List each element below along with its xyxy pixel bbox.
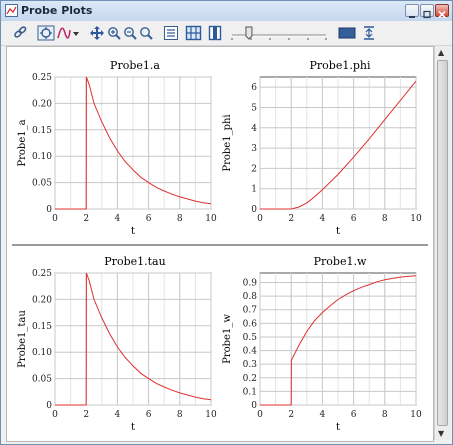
chart-1-title: Probe1.a <box>110 59 160 72</box>
chart-3-x-tick-label: 0 <box>52 410 58 420</box>
chart-1-x-tick-label: 2 <box>83 214 89 224</box>
grid-view-icon[interactable] <box>185 24 202 42</box>
toolbar <box>1 21 452 46</box>
chart-3-y-axis-label: Probe1_tau <box>17 310 28 368</box>
chart-4-x-axis-label: t <box>336 422 340 433</box>
chart-1-y-tick-label: 0.10 <box>32 152 52 162</box>
color-swatch[interactable] <box>338 24 356 42</box>
slider-track[interactable] <box>230 24 328 42</box>
chart-1-x-axis-label: t <box>131 226 135 237</box>
chart-4-y-tick-label: 0.4 <box>243 347 258 357</box>
chart-2-y-tick-label: 0 <box>251 205 257 215</box>
minimize-button[interactable] <box>405 4 419 18</box>
close-icon <box>438 10 446 19</box>
close-button[interactable] <box>435 4 449 19</box>
chart-2-x-axis-label: t <box>336 226 340 237</box>
chart-4-x-tick-label: 10 <box>410 410 422 420</box>
chart-1-x-tick-label: 10 <box>205 214 217 224</box>
chart-2-x-tick-label: 2 <box>288 214 294 224</box>
chart-3-y-tick-label: 0.20 <box>32 295 52 305</box>
chart-4-y-axis-label: Probe1_w <box>222 314 233 364</box>
chart-4-y-tick-label: 0.7 <box>243 306 258 316</box>
chart-4-x-tick-label: 2 <box>288 410 294 420</box>
chart-4-x-tick-label: 4 <box>320 410 326 420</box>
maximize-icon <box>423 10 431 19</box>
chart-1-y-tick-label: 0.20 <box>32 99 52 109</box>
probe-style-icon[interactable] <box>57 24 71 42</box>
chart-3-x-tick-label: 2 <box>83 410 89 420</box>
chart-4-x-tick-label: 0 <box>257 410 263 420</box>
chart-4-y-tick-label: 0.6 <box>243 319 258 329</box>
plot-area: 0 2 4 6 8 10 0 0.05 0.10 0.15 0.20 0.25 Probe1.a t Pro… <box>6 46 434 442</box>
single-column-icon[interactable] <box>208 24 222 42</box>
chart-1-x-tick-label: 6 <box>146 214 152 224</box>
chart-1-y-tick-label: 0.25 <box>32 73 52 83</box>
chart-4-y-tick-label: 0.8 <box>243 292 258 302</box>
plots-canvas: 0 2 4 6 8 1000.050.100.150.200.25Probe1.atPro… <box>12 59 428 433</box>
chart-1-y-axis-label: Probe1_a <box>17 119 28 166</box>
chart-2-x-tick-label: 10 <box>410 214 422 224</box>
export-icon[interactable] <box>362 24 376 42</box>
chart-2-title: Probe1.phi <box>310 59 371 72</box>
pan-icon[interactable] <box>89 24 105 42</box>
chart-3-x-axis-label: t <box>131 422 135 433</box>
plot-window-icon <box>5 4 18 17</box>
chart-1-x-tick-label: 4 <box>115 214 121 224</box>
chart-3-y-tick-label: 0.05 <box>32 375 52 385</box>
chart-1-y-tick-label: 0.15 <box>32 126 52 136</box>
chart-2-x-tick-label: 6 <box>351 214 357 224</box>
zoom-in-icon[interactable] <box>107 24 121 42</box>
zoom-out-icon[interactable] <box>123 24 137 42</box>
list-view-icon[interactable] <box>163 24 179 42</box>
chart-2-x-tick-label: 0 <box>257 214 263 224</box>
chart-1-x-tick-label: 0 <box>52 214 58 224</box>
chart-4-y-tick-label: 0.5 <box>243 333 258 343</box>
chart-4-y-tick-label: 0.9 <box>243 279 258 289</box>
chart-2-y-tick-label: 5 <box>251 103 257 113</box>
chart-1-y-tick-label: 0.05 <box>32 179 52 189</box>
chart-3-x-tick-label: 4 <box>115 410 121 420</box>
link-icon[interactable] <box>12 24 28 42</box>
title-bar: Probe Plots <box>1 1 452 22</box>
chart-4-y-tick-label: 0.2 <box>243 374 257 384</box>
chart-3-x-tick-label: 6 <box>146 410 152 420</box>
chart-2-x-tick-label: 4 <box>320 214 326 224</box>
chart-3-y-tick-label: 0.10 <box>32 348 52 358</box>
maximize-button[interactable] <box>420 4 434 19</box>
chart-4-x-tick-label: 8 <box>382 410 388 420</box>
scroll-up-icon[interactable]: ▲ <box>438 48 444 57</box>
chart-4-y-tick-label: 0 <box>251 401 257 411</box>
vertical-scrollbar[interactable]: ▲ ▼ <box>434 46 451 440</box>
chart-4-x-tick-label: 6 <box>351 410 357 420</box>
minimize-icon <box>409 16 415 18</box>
dropdown-arrow-icon[interactable] <box>72 24 80 42</box>
chart-2-y-tick-label: 2 <box>251 164 257 174</box>
chart-2-y-tick-label: 1 <box>251 185 257 195</box>
chart-2-x-tick-label: 8 <box>382 214 388 224</box>
chart-3-y-tick-label: 0.15 <box>32 322 52 332</box>
auto-scale-icon[interactable] <box>37 24 55 42</box>
chart-4-title: Probe1.w <box>314 255 367 268</box>
chart-1-x-tick-label: 8 <box>177 214 183 224</box>
chart-3-y-tick-label: 0.25 <box>32 269 52 279</box>
slider-thumb[interactable] <box>245 26 253 40</box>
chart-4-y-tick-label: 0.1 <box>243 387 257 397</box>
probe-plots-window: Probe Plots 0 2 4 6 8 10 0 0.05 0.10 0.1… <box>0 0 453 445</box>
chart-2-y-tick-label: 3 <box>251 144 257 154</box>
scroll-down-icon[interactable]: ▼ <box>438 429 444 438</box>
chart-4-y-tick-label: 0.3 <box>243 360 258 370</box>
chart-3-y-tick-label: 0 <box>46 401 52 411</box>
chart-2-y-tick-label: 4 <box>251 124 257 134</box>
chart-3-title: Probe1.tau <box>104 255 165 268</box>
scroll-thumb[interactable] <box>437 60 448 426</box>
chart-3-x-tick-label: 10 <box>205 410 217 420</box>
chart-2-y-tick-label: 6 <box>251 83 257 93</box>
window-title: Probe Plots <box>21 4 93 17</box>
chart-3-x-tick-label: 8 <box>177 410 183 420</box>
chart-2-y-axis-label: Probe1_phi <box>222 114 233 171</box>
chart-1-y-tick-label: 0 <box>46 205 52 215</box>
zoom-reset-icon[interactable] <box>139 24 153 42</box>
